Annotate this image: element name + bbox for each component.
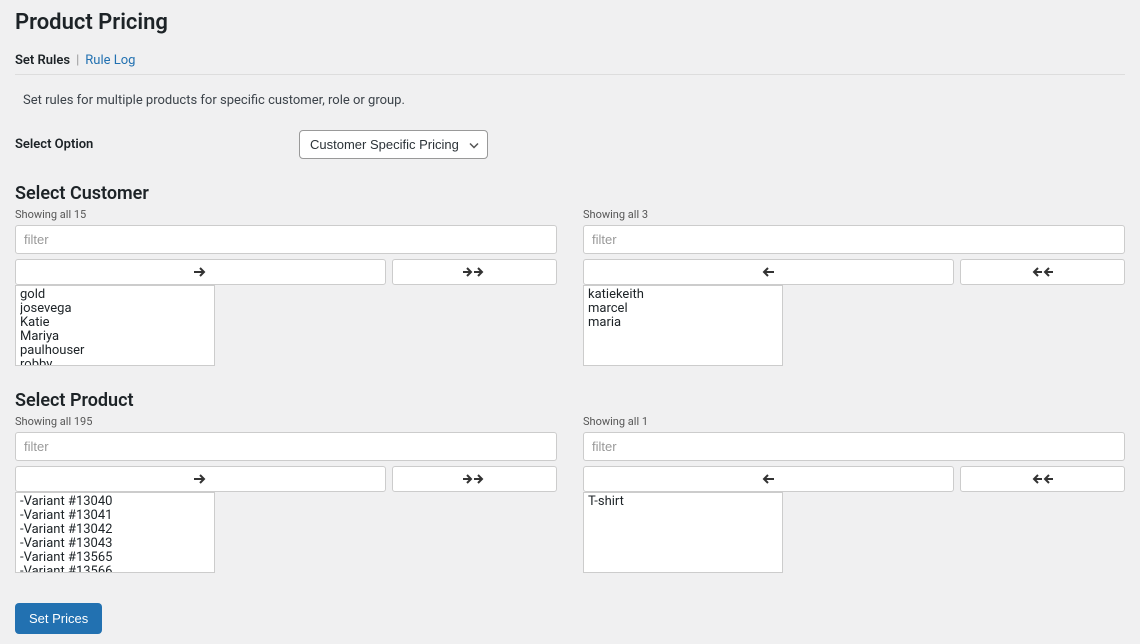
product-move-right-button[interactable] — [15, 466, 386, 492]
product-move-all-right-button[interactable] — [392, 466, 557, 492]
tab-nav: Set Rules | Rule Log — [15, 47, 1125, 75]
customer-available-count: Showing all 15 — [15, 208, 557, 221]
customer-selected-list[interactable]: katiekeithmarcelmaria — [583, 285, 783, 366]
list-item[interactable]: Katie — [20, 316, 210, 330]
option-label: Select Option — [15, 137, 299, 152]
list-item[interactable]: Mariya — [20, 330, 210, 344]
product-move-left-button[interactable] — [583, 466, 954, 492]
product-available-column: Showing all 195 -Variant #13040-Variant … — [15, 415, 557, 573]
arrow-left-icon — [762, 267, 774, 277]
product-available-filter[interactable] — [15, 432, 557, 461]
set-prices-button[interactable]: Set Prices — [15, 603, 102, 634]
arrow-double-left-icon — [1031, 474, 1053, 484]
list-item[interactable]: -Variant #13041 — [20, 509, 210, 523]
customer-available-list[interactable]: goldjosevegaKatieMariyapaulhouserrobby — [15, 285, 215, 366]
product-selected-filter[interactable] — [583, 432, 1125, 461]
list-item[interactable]: maria — [588, 316, 778, 330]
customer-selected-filter[interactable] — [583, 225, 1125, 254]
arrow-right-icon — [194, 474, 206, 484]
product-available-list[interactable]: -Variant #13040-Variant #13041-Variant #… — [15, 492, 215, 573]
list-item[interactable]: -Variant #13040 — [20, 495, 210, 509]
list-item[interactable]: paulhouser — [20, 344, 210, 358]
tab-set-rules[interactable]: Set Rules — [15, 53, 70, 68]
list-item[interactable]: -Variant #13043 — [20, 537, 210, 551]
list-item[interactable]: marcel — [588, 302, 778, 316]
product-selected-column: Showing all 1 T-shirt — [583, 415, 1125, 573]
arrow-left-icon — [762, 474, 774, 484]
product-move-all-left-button[interactable] — [960, 466, 1125, 492]
customer-move-right-button[interactable] — [15, 259, 386, 285]
arrow-double-left-icon — [1031, 267, 1053, 277]
customer-available-column: Showing all 15 goldjosevegaKatieMariyapa… — [15, 208, 557, 366]
customer-move-all-right-button[interactable] — [392, 259, 557, 285]
arrow-double-right-icon — [463, 267, 485, 277]
option-select[interactable]: Customer Specific Pricing — [299, 130, 488, 159]
product-section-title: Select Product — [15, 390, 1125, 411]
customer-dual-list: Showing all 15 goldjosevegaKatieMariyapa… — [15, 208, 1125, 366]
list-item[interactable]: robby — [20, 358, 210, 366]
list-item[interactable]: gold — [20, 288, 210, 302]
product-selected-list[interactable]: T-shirt — [583, 492, 783, 573]
product-dual-list: Showing all 195 -Variant #13040-Variant … — [15, 415, 1125, 573]
customer-available-filter[interactable] — [15, 225, 557, 254]
list-item[interactable]: -Variant #13566 — [20, 565, 210, 573]
page-description: Set rules for multiple products for spec… — [15, 93, 1125, 108]
arrow-double-right-icon — [463, 474, 485, 484]
tab-rule-log[interactable]: Rule Log — [85, 53, 135, 68]
list-item[interactable]: T-shirt — [588, 495, 778, 509]
list-item[interactable]: josevega — [20, 302, 210, 316]
arrow-right-icon — [194, 267, 206, 277]
customer-section-title: Select Customer — [15, 183, 1125, 204]
product-available-count: Showing all 195 — [15, 415, 557, 428]
page-title: Product Pricing — [15, 10, 1125, 35]
customer-selected-column: Showing all 3 katiekeithmarcelmaria — [583, 208, 1125, 366]
list-item[interactable]: -Variant #13042 — [20, 523, 210, 537]
customer-move-all-left-button[interactable] — [960, 259, 1125, 285]
product-selected-count: Showing all 1 — [583, 415, 1125, 428]
customer-selected-count: Showing all 3 — [583, 208, 1125, 221]
list-item[interactable]: -Variant #13565 — [20, 551, 210, 565]
tab-separator: | — [76, 53, 79, 68]
customer-move-left-button[interactable] — [583, 259, 954, 285]
option-row: Select Option Customer Specific Pricing — [15, 130, 1125, 159]
list-item[interactable]: katiekeith — [588, 288, 778, 302]
